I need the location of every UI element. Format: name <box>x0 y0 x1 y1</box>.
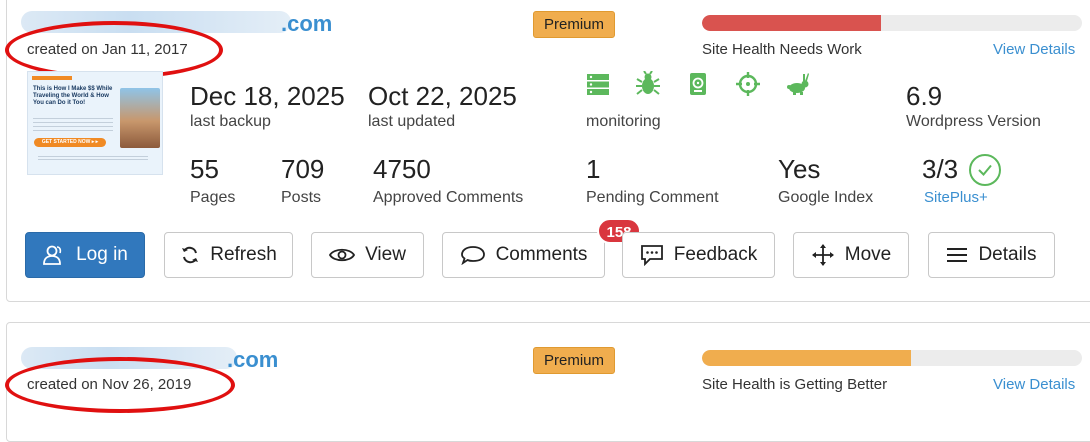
backup-drive-icon[interactable] <box>685 71 711 97</box>
monitor-icons <box>585 71 825 97</box>
health-bar <box>702 350 1082 366</box>
view-button[interactable]: View <box>311 232 424 278</box>
move-label: Move <box>844 244 892 265</box>
move-button[interactable]: Move <box>793 232 909 278</box>
thumbnail-headline: This is How I Make $$ While Traveling th… <box>33 86 113 106</box>
health-label: Site Health Needs Work <box>702 41 862 58</box>
monitoring-label: monitoring <box>586 113 661 130</box>
posts-label: Posts <box>281 189 322 206</box>
site-card: .com created on Jan 11, 2017 Premium Sit… <box>5 0 1090 302</box>
last-updated-value: Oct 22, 2025 <box>368 81 517 111</box>
google-index-label: Google Index <box>778 189 874 206</box>
check-circle-icon <box>969 154 1001 186</box>
view-label: View <box>365 244 406 265</box>
eye-icon <box>329 248 356 262</box>
pending-comment-value: 1 <box>586 154 601 184</box>
google-index-value: Yes <box>778 154 821 184</box>
wp-version-value: 6.9 <box>906 81 943 111</box>
rabbit-icon[interactable] <box>785 71 811 97</box>
details-label: Details <box>978 244 1037 265</box>
health-label: Site Health is Getting Better <box>702 376 888 393</box>
pages-label: Pages <box>190 189 236 206</box>
site-card: .com created on Nov 26, 2019 Premium Sit… <box>5 322 1090 442</box>
premium-badge: Premium <box>533 11 616 38</box>
crosshair-icon[interactable] <box>735 71 761 97</box>
wp-version-label: Wordpress Version <box>906 113 1041 130</box>
last-backup-label: last backup <box>190 113 271 130</box>
site-domain[interactable]: .com <box>227 347 278 373</box>
bug-icon[interactable] <box>635 71 661 97</box>
feedback-icon <box>640 245 663 266</box>
thumbnail-photo <box>120 88 160 148</box>
pending-comment-label: Pending Comment <box>586 189 719 206</box>
view-details-link[interactable]: View Details <box>993 41 1075 58</box>
site-thumbnail[interactable]: This is How I Make $$ While Traveling th… <box>27 71 163 175</box>
last-backup-value: Dec 18, 2025 <box>190 81 345 111</box>
thumbnail-text <box>33 118 113 134</box>
comments-button[interactable]: Comments <box>442 232 605 278</box>
thumbnail-cta: GET STARTED NOW ▸ ▸ <box>34 138 106 147</box>
site-domain[interactable]: .com <box>281 11 332 37</box>
premium-badge: Premium <box>533 347 616 374</box>
health-bar <box>702 15 1082 31</box>
siteplus-link[interactable]: SitePlus+ <box>924 189 988 206</box>
posts-value: 709 <box>281 154 325 184</box>
thumbnail-footer <box>38 156 148 162</box>
refresh-label: Refresh <box>210 244 277 265</box>
pages-value: 55 <box>190 154 219 184</box>
menu-icon <box>947 248 968 262</box>
login-label: Log in <box>76 244 128 265</box>
thumbnail-logo <box>32 76 72 80</box>
comments-label: Comments <box>495 244 588 265</box>
move-arrows-icon <box>811 244 834 266</box>
siteplus-value: 3/3 <box>922 154 959 184</box>
checkmark-icon <box>978 164 992 176</box>
health-bar-fill <box>702 350 911 366</box>
comment-bubble-icon <box>460 246 485 265</box>
details-button[interactable]: Details <box>928 232 1055 278</box>
health-bar-fill <box>702 15 881 31</box>
login-button[interactable]: Log in <box>25 232 145 278</box>
refresh-icon <box>182 246 199 264</box>
annotation-oval <box>5 357 235 413</box>
view-details-link[interactable]: View Details <box>993 376 1075 393</box>
feedback-button[interactable]: Feedback <box>622 232 775 278</box>
feedback-label: Feedback <box>673 244 758 265</box>
refresh-button[interactable]: Refresh <box>164 232 293 278</box>
last-updated-label: last updated <box>368 113 456 130</box>
approved-comments-value: 4750 <box>373 154 431 184</box>
approved-comments-label: Approved Comments <box>373 189 524 206</box>
server-icon[interactable] <box>585 71 611 97</box>
users-icon <box>43 245 62 265</box>
